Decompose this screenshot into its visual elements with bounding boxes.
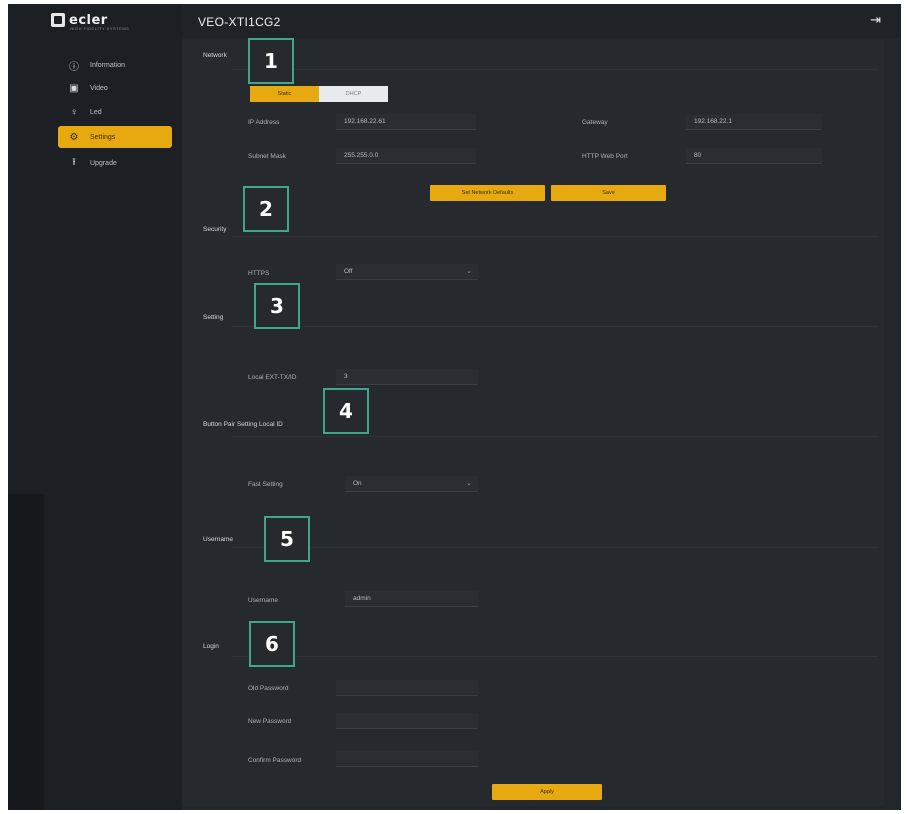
video-icon: ▣: [69, 82, 79, 94]
fast-setting-label: Fast Setting: [248, 481, 283, 488]
confirm-password-field[interactable]: [336, 751, 478, 767]
section-title-login: Login: [203, 643, 219, 650]
callout-6: 6: [249, 621, 295, 667]
https-select-value: Off: [344, 268, 353, 275]
old-password-label: Old Password: [248, 685, 289, 692]
mode-static-option[interactable]: Static: [250, 86, 319, 102]
sidebar-item-label: Video: [90, 84, 108, 92]
top-bar: VEO-XTI1CG2 ⇥: [182, 4, 901, 38]
sidebar-item-label: Settings: [90, 133, 116, 141]
sidebar-item-settings[interactable]: ⚙ Settings: [58, 126, 172, 148]
sidebar-item-information[interactable]: ⓘ Information: [58, 54, 172, 76]
sidebar-item-led[interactable]: ♀ Led: [58, 101, 172, 123]
led-icon: ♀: [70, 106, 78, 118]
sidebar-item-label: Led: [90, 108, 102, 116]
upload-icon: ⭱: [72, 156, 76, 168]
callout-1: 1: [248, 38, 294, 84]
subnet-mask-label: Subnet Mask: [248, 153, 286, 160]
username-label: Username: [248, 597, 278, 604]
sidebar-item-video[interactable]: ▣ Video: [58, 77, 172, 99]
callout-5: 5: [264, 516, 310, 562]
section-title-button-pair: Button Pair Setting Local ID: [203, 421, 283, 428]
callout-4: 4: [323, 388, 369, 434]
device-title: VEO-XTI1CG2: [198, 15, 281, 29]
fast-setting-select-value: On: [353, 480, 362, 487]
section-title-network: Network: [203, 52, 227, 59]
divider: [232, 236, 878, 237]
https-select[interactable]: Off ⌄: [336, 264, 478, 280]
http-port-field[interactable]: 80: [686, 148, 822, 164]
chevron-down-icon: ⌄: [466, 480, 472, 487]
save-button[interactable]: Save: [551, 185, 666, 201]
new-password-label: New Password: [248, 718, 292, 725]
gear-icon: ⚙: [69, 131, 79, 143]
logo-mark-icon: [51, 13, 65, 27]
logout-icon[interactable]: ⇥: [870, 12, 881, 28]
ip-address-label: IP Address: [248, 119, 280, 126]
section-title-security: Security: [203, 226, 227, 233]
gateway-field[interactable]: 192.168.22.1: [686, 114, 822, 130]
local-id-label: Local EXT-TX/ID: [248, 374, 297, 381]
old-password-field[interactable]: [336, 680, 478, 696]
apply-button[interactable]: Apply: [492, 784, 602, 800]
local-id-field[interactable]: 3: [336, 369, 478, 385]
divider: [232, 547, 878, 548]
gateway-label: Gateway: [582, 119, 608, 126]
callout-2: 2: [243, 186, 289, 232]
network-mode-toggle[interactable]: Static DHCP: [250, 86, 388, 102]
sidebar-item-label: Information: [90, 61, 126, 69]
divider: [232, 436, 878, 437]
callout-3: 3: [254, 283, 300, 329]
mode-dhcp-option[interactable]: DHCP: [319, 86, 388, 102]
username-field[interactable]: admin: [345, 591, 478, 607]
set-network-defaults-button[interactable]: Set Network Defaults: [430, 185, 545, 201]
section-title-setting: Setting: [203, 314, 224, 321]
ip-address-field[interactable]: 192.168.22.61: [336, 114, 476, 130]
new-password-field[interactable]: [336, 713, 478, 729]
confirm-password-label: Confirm Password: [248, 757, 302, 764]
section-title-username: Username: [203, 536, 233, 543]
sidebar-shade: [8, 494, 44, 810]
sidebar: ecler HIGH FIDELITY SYSTEMS ⓘ Informatio…: [8, 4, 182, 810]
info-icon: ⓘ: [69, 61, 79, 73]
http-port-label: HTTP Web Port: [582, 153, 628, 160]
divider: [232, 656, 878, 657]
subnet-mask-field[interactable]: 255.255.0.0: [336, 148, 476, 164]
chevron-down-icon: ⌄: [466, 268, 472, 275]
divider: [232, 326, 878, 327]
https-label: HTTPS: [248, 270, 270, 277]
divider: [232, 69, 878, 70]
sidebar-item-label: Upgrade: [90, 159, 117, 167]
logo-subtext: HIGH FIDELITY SYSTEMS: [70, 26, 130, 31]
fast-setting-select[interactable]: On ⌄: [345, 476, 478, 492]
sidebar-item-upgrade[interactable]: ⭱ Upgrade: [58, 152, 172, 174]
